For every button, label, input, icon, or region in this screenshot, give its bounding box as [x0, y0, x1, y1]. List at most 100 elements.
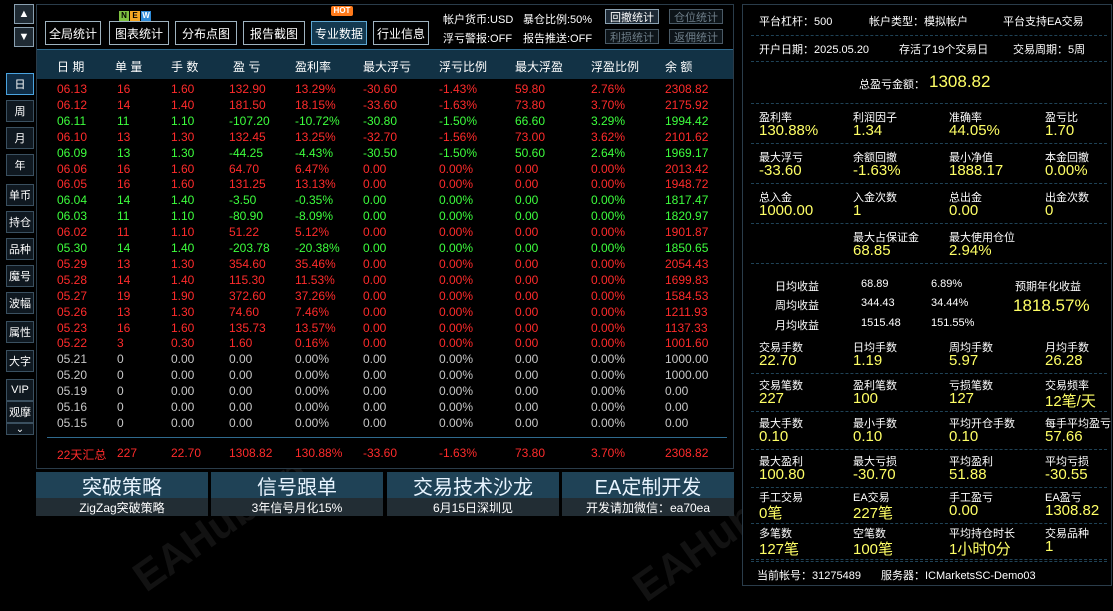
table-row[interactable]: 06.12 14 1.40 181.50 18.15% -33.60 -1.63% 73.80…	[37, 98, 733, 114]
cell-float-loss-ratio: 0.00%	[439, 415, 474, 430]
cell-date: 06.10	[57, 129, 88, 144]
nav-attributes[interactable]: 属性	[6, 321, 34, 343]
nav-more-button[interactable]: ⌄	[6, 423, 34, 435]
table-row[interactable]: 06.10 13 1.30 132.45 13.25% -32.70 -1.56% 73.00…	[37, 130, 733, 146]
cell-pl: -80.90	[229, 209, 264, 224]
col-orders: 单 量	[115, 60, 143, 74]
cell-pl: -203.78	[229, 241, 270, 255]
nav-single-currency[interactable]: 单币	[6, 184, 34, 206]
cell-float-loss-ratio: 0.00%	[439, 256, 474, 271]
cell-profit-rate: -8.09%	[295, 209, 334, 224]
table-row[interactable]: 05.19 0 0.00 0.00 0.00% 0.00 0.00% 0.00 0.00% 0.0…	[37, 384, 733, 400]
manual-ea-stats-value: 1308.82	[1045, 502, 1100, 519]
divider	[751, 183, 1107, 184]
divider	[751, 143, 1107, 144]
position-stats-button[interactable]: 仓位统计	[669, 9, 723, 24]
table-row[interactable]: 05.27 19 1.90 372.60 37.26% 0.00 0.00% 0.00 0.00…	[37, 289, 733, 305]
banner-subtitle: ZigZag突破策略	[36, 498, 208, 516]
cell-max-float-profit: 0.00	[515, 193, 539, 208]
scroll-down-button[interactable]: ▼	[14, 27, 34, 47]
table-row[interactable]: 05.21 0 0.00 0.00 0.00% 0.00 0.00% 0.00 0.00% 100…	[37, 352, 733, 368]
divider	[751, 103, 1107, 104]
global-stats-button[interactable]: 全局统计	[45, 21, 101, 45]
table-row[interactable]: 05.20 0 0.00 0.00 0.00% 0.00 0.00% 0.00 0.00% 100…	[37, 368, 733, 384]
nav-range[interactable]: 波幅	[6, 292, 34, 314]
nav-day[interactable]: 日	[6, 73, 34, 95]
account-number: 当前帐号：31275489	[757, 570, 861, 582]
table-row[interactable]: 05.22 3 0.30 1.60 0.16% 0.00 0.00% 0.00 0.00% 100…	[37, 336, 733, 352]
col-max-float-loss: 最大浮亏	[363, 60, 412, 74]
nav-observe[interactable]: 观摩	[6, 401, 34, 423]
nav-magic[interactable]: 魔号	[6, 265, 34, 287]
cell-orders: 14	[117, 241, 131, 255]
profit-loss-stats-button[interactable]: 利损统计	[605, 29, 659, 44]
distribution-chart-button[interactable]: 分布点图	[175, 21, 237, 45]
table-row[interactable]: 05.30 14 1.40 -203.78 -20.38% 0.00 0.00% 0.00 0.…	[37, 241, 733, 257]
cell-balance: 1901.87	[665, 225, 709, 240]
drawdown-stats-value: -1.63%	[853, 162, 901, 179]
cell-float-loss-ratio: 0.00%	[439, 368, 474, 383]
cell-max-float-loss: 0.00	[363, 288, 387, 303]
float-alert-status[interactable]: 浮亏警报:OFF	[443, 30, 512, 46]
order-stats-value: 127	[949, 390, 975, 407]
table-row[interactable]: 06.03 11 1.10 -80.90 -8.09% 0.00 0.00% 0.00 0.00…	[37, 209, 733, 225]
banner-ea-dev[interactable]: EA定制开发 开发请加微信：ea70ea	[562, 472, 734, 516]
table-row[interactable]: 06.05 16 1.60 131.25 13.13% 0.00 0.00% 0.00 0.00…	[37, 177, 733, 193]
cell-max-float-loss: 0.00	[363, 193, 387, 208]
nav-week[interactable]: 周	[6, 100, 34, 122]
cell-balance: 1817.47	[665, 193, 709, 208]
cell-pl: 0.00	[229, 368, 253, 383]
table-row[interactable]: 06.11 11 1.10 -107.20 -10.72% -30.80 -1.50% 66.…	[37, 114, 733, 130]
nav-large-font[interactable]: 大字	[6, 350, 34, 372]
margin-stats-value: 2.94%	[949, 242, 992, 259]
table-row[interactable]: 06.02 11 1.10 51.22 5.12% 0.00 0.00% 0.00 0.00% 1…	[37, 225, 733, 241]
scroll-up-button[interactable]: ▲	[14, 4, 34, 24]
industry-info-button[interactable]: 行业信息	[373, 21, 429, 45]
banner-signal-copy[interactable]: 信号跟单 3年信号月化15%	[211, 472, 383, 516]
nav-vip[interactable]: VIP	[6, 379, 34, 401]
cell-float-profit-ratio: 0.00%	[591, 272, 626, 287]
table-row[interactable]: 06.04 14 1.40 -3.50 -0.35% 0.00 0.00% 0.00 0.00%…	[37, 193, 733, 209]
table-row[interactable]: 05.23 16 1.60 135.73 13.57% 0.00 0.00% 0.00 0.00…	[37, 321, 733, 337]
table-row[interactable]: 05.29 13 1.30 354.60 35.46% 0.00 0.00% 0.00 0.00…	[37, 257, 733, 273]
chart-stats-button[interactable]: 图表统计	[109, 21, 169, 45]
cell-pl: 0.00	[229, 400, 253, 414]
cell-max-float-loss: 0.00	[363, 400, 387, 414]
nav-month[interactable]: 月	[6, 127, 34, 149]
cell-lots: 1.10	[171, 225, 195, 240]
cell-date: 06.13	[57, 82, 88, 96]
col-float-loss-ratio: 浮亏比例	[439, 60, 488, 74]
cell-max-float-loss: 0.00	[363, 272, 387, 287]
table-row[interactable]: 06.13 16 1.60 132.90 13.29% -30.60 -1.43% 59.80…	[37, 82, 733, 98]
nav-symbols[interactable]: 品种	[6, 238, 34, 260]
banner-breakout[interactable]: 突破策略 ZigZag突破策略	[36, 472, 208, 516]
table-row[interactable]: 06.09 13 1.30 -44.25 -4.43% -30.50 -1.50% 50.60…	[37, 146, 733, 162]
cell-float-profit-ratio: 0.00%	[591, 415, 626, 430]
table-row[interactable]: 05.16 0 0.00 0.00 0.00% 0.00 0.00% 0.00 0.00% 0.0…	[37, 400, 733, 416]
banner-salon[interactable]: 交易技术沙龙 6月15日深圳见	[387, 472, 559, 516]
server-name: 服务器：ICMarketsSC-Demo03	[881, 570, 1036, 582]
pro-data-button[interactable]: 专业数据	[311, 21, 367, 45]
cell-lots: 0.30	[171, 336, 195, 351]
nav-positions[interactable]: 持仓	[6, 211, 34, 233]
cell-float-loss-ratio: 0.00%	[439, 193, 474, 208]
cell-max-float-loss: 0.00	[363, 320, 387, 335]
table-row[interactable]: 05.26 13 1.30 74.60 7.46% 0.00 0.00% 0.00 0.00% 1…	[37, 305, 733, 321]
col-lots: 手 数	[171, 60, 199, 74]
cell-balance: 0.00	[665, 400, 689, 414]
table-row[interactable]: 05.28 14 1.40 115.30 11.53% 0.00 0.00% 0.00 0.00…	[37, 273, 733, 289]
drawdown-stats-button[interactable]: 回撤统计	[605, 9, 659, 24]
nav-year[interactable]: 年	[6, 154, 34, 176]
cell-orders: 0	[117, 368, 124, 383]
table-row[interactable]: 06.06 16 1.60 64.70 6.47% 0.00 0.00% 0.00 0.00% 2…	[37, 162, 733, 178]
rebate-stats-button[interactable]: 返佣统计	[669, 29, 723, 44]
table-row[interactable]: 05.15 0 0.00 0.00 0.00% 0.00 0.00% 0.00 0.00% 0.0…	[37, 416, 733, 432]
report-push-status[interactable]: 报告推送:OFF	[523, 30, 592, 46]
divider	[751, 487, 1107, 488]
divider	[751, 411, 1107, 412]
survived-days: 存活了19个交易日	[899, 44, 989, 56]
banner-title: EA定制开发	[562, 472, 734, 499]
report-screenshot-button[interactable]: 报告截图	[243, 21, 305, 45]
monthly-avg-amount: 1515.48	[861, 317, 901, 329]
summary-max-float-loss: -33.60	[363, 446, 398, 460]
